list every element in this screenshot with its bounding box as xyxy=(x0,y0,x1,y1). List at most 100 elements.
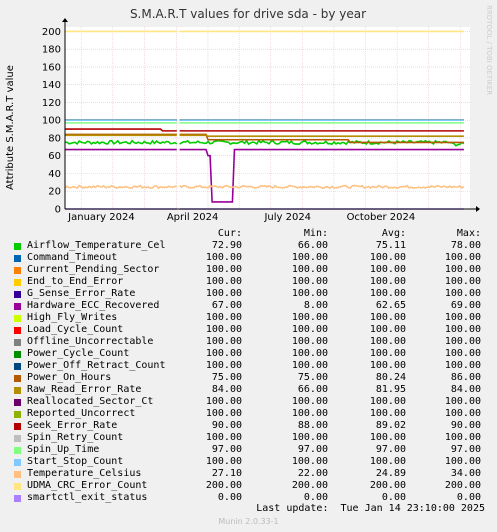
legend-value-avg: 100.00 xyxy=(369,396,406,407)
legend-header-cur: Cur: xyxy=(217,228,242,239)
legend-value-avg: 100.00 xyxy=(369,456,406,467)
legend-value-cur: 100.00 xyxy=(205,288,242,299)
legend-value-avg: 80.24 xyxy=(375,372,406,383)
legend-value-cur: 97.00 xyxy=(211,444,242,455)
legend-swatch xyxy=(14,398,21,406)
legend-label: End_to_End_Error xyxy=(27,276,124,287)
legend-value-max: 100.00 xyxy=(444,336,481,347)
legend-value-cur: 200.00 xyxy=(205,480,242,491)
legend-series-name: Hardware_ECC_Recovered xyxy=(14,300,169,312)
legend-value-cur: 67.00 xyxy=(211,300,242,311)
rrdtool-credit: RRDTOOL / TOBI OETIKER xyxy=(485,5,493,95)
legend-series-name: Current_Pending_Sector xyxy=(14,264,169,276)
legend-row: Spin_Up_Time 97.00 97.00 97.00 97.00 xyxy=(14,444,484,456)
legend-value-avg: 100.00 xyxy=(369,324,406,335)
legend-swatch xyxy=(14,386,21,394)
legend-value-avg: 24.89 xyxy=(375,468,406,479)
legend-series-name: High_Fly_Writes xyxy=(14,312,169,324)
legend-value-cur: 100.00 xyxy=(205,324,242,335)
y-tick-label: 0 xyxy=(55,205,61,216)
legend-value-min: 66.00 xyxy=(297,384,328,395)
y-tick-label: 100 xyxy=(42,116,61,127)
legend-swatch xyxy=(14,434,21,442)
legend-value-max: 100.00 xyxy=(444,432,481,443)
legend-value-cur: 90.00 xyxy=(211,420,242,431)
legend-value-cur: 100.00 xyxy=(205,312,242,323)
legend-value-cur: 100.00 xyxy=(205,336,242,347)
legend-swatch xyxy=(14,338,21,346)
legend-value-max: 90.00 xyxy=(450,420,481,431)
legend-header: Cur: Min: Avg: Max: xyxy=(14,228,484,240)
legend-value-avg: 100.00 xyxy=(369,264,406,275)
legend-header-avg: Avg: xyxy=(381,228,406,239)
legend-label: High_Fly_Writes xyxy=(27,312,118,323)
legend-value-avg: 100.00 xyxy=(369,360,406,371)
legend-swatch xyxy=(14,242,21,250)
legend-row: Offline_Uncorrectable 100.00 100.00 100.00 1… xyxy=(14,336,484,348)
legend-row: Load_Cycle_Count 100.00 100.00 100.00 100.00 xyxy=(14,324,484,336)
legend-label: Airflow_Temperature_Cel xyxy=(27,240,166,251)
legend-label: UDMA_CRC_Error_Count xyxy=(27,480,148,491)
y-tick-label: 60 xyxy=(48,151,61,162)
legend-value-cur: 100.00 xyxy=(205,432,242,443)
legend-value-min: 88.00 xyxy=(297,420,328,431)
legend-value-min: 100.00 xyxy=(291,252,328,263)
legend-row: Hardware_ECC_Recovered 67.00 8.00 62.65 69.0… xyxy=(14,300,484,312)
legend-value-max: 100.00 xyxy=(444,408,481,419)
legend-series-name: Spin_Retry_Count xyxy=(14,432,169,444)
legend-value-avg: 100.00 xyxy=(369,276,406,287)
legend-label: Offline_Uncorrectable xyxy=(27,336,154,347)
legend-label: Reported_Uncorrect xyxy=(27,408,136,419)
legend-value-min: 100.00 xyxy=(291,408,328,419)
legend-value-avg: 100.00 xyxy=(369,408,406,419)
legend-value-avg: 100.00 xyxy=(369,348,406,359)
legend-swatch xyxy=(14,446,21,454)
legend-series-name: Power_On_Hours xyxy=(14,372,169,384)
legend-swatch xyxy=(14,290,21,298)
series-line xyxy=(179,134,464,137)
legend-label: Load_Cycle_Count xyxy=(27,324,124,335)
legend-label: Seek_Error_Rate xyxy=(27,420,118,431)
y-tick-label: 140 xyxy=(42,80,61,91)
legend-value-cur: 27.10 xyxy=(211,468,242,479)
legend-series-name: Seek_Error_Rate xyxy=(14,420,169,432)
legend-value-min: 100.00 xyxy=(291,324,328,335)
legend-value-avg: 81.95 xyxy=(375,384,406,395)
legend-swatch xyxy=(14,266,21,274)
legend-swatch xyxy=(14,422,21,430)
legend-value-avg: 97.00 xyxy=(375,444,406,455)
legend-swatch xyxy=(14,494,21,502)
legend-value-avg: 100.00 xyxy=(369,312,406,323)
legend-value-min: 100.00 xyxy=(291,264,328,275)
legend-value-cur: 100.00 xyxy=(205,360,242,371)
legend-row: UDMA_CRC_Error_Count 200.00 200.00 200.00 20… xyxy=(14,480,484,492)
legend-value-max: 100.00 xyxy=(444,360,481,371)
legend-row: Command_Timeout 100.00 100.00 100.00 100.00 xyxy=(14,252,484,264)
legend-series-name: Reallocated_Sector_Ct xyxy=(14,396,169,408)
legend-value-max: 100.00 xyxy=(444,324,481,335)
legend-series-name: Temperature_Celsius xyxy=(14,468,169,480)
legend-value-cur: 100.00 xyxy=(205,396,242,407)
legend-value-avg: 100.00 xyxy=(369,432,406,443)
legend-value-max: 86.00 xyxy=(450,372,481,383)
legend-value-min: 97.00 xyxy=(297,444,328,455)
legend-row: End_to_End_Error 100.00 100.00 100.00 100.00 xyxy=(14,276,484,288)
y-tick-label: 200 xyxy=(42,27,61,38)
legend-swatch xyxy=(14,326,21,334)
legend-value-max: 100.00 xyxy=(444,288,481,299)
legend-value-max: 100.00 xyxy=(444,312,481,323)
legend-label: Temperature_Celsius xyxy=(27,468,142,479)
legend-value-cur: 100.00 xyxy=(205,348,242,359)
legend-row: Temperature_Celsius 27.10 22.00 24.89 34.00 xyxy=(14,468,484,480)
legend-series-name: Offline_Uncorrectable xyxy=(14,336,169,348)
legend-series-name: End_to_End_Error xyxy=(14,276,169,288)
y-axis-label: Attribute S.M.A.R.T value xyxy=(5,65,16,190)
legend-header-min: Min: xyxy=(303,228,328,239)
legend-row: High_Fly_Writes 100.00 100.00 100.00 100.00 xyxy=(14,312,484,324)
legend-label: smartctl_exit_status xyxy=(27,492,148,503)
legend-value-min: 100.00 xyxy=(291,276,328,287)
y-tick-label: 80 xyxy=(48,133,61,144)
legend-swatch xyxy=(14,278,21,286)
legend-series-name: Command_Timeout xyxy=(14,252,169,264)
legend-value-max: 100.00 xyxy=(444,396,481,407)
